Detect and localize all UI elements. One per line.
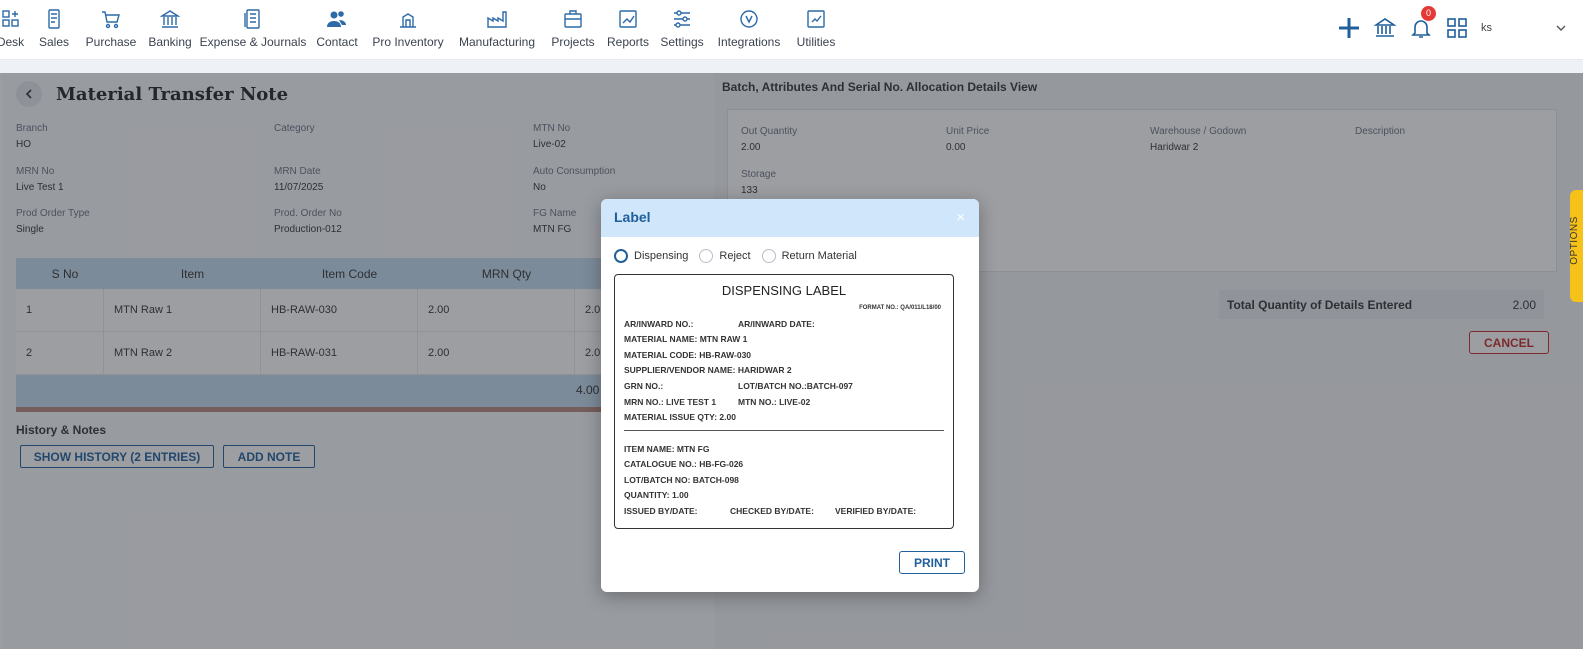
grn-no: GRN NO.: <box>624 381 664 391</box>
nav-label: Expense & Journals <box>199 35 307 49</box>
nav-label: Integrations <box>717 35 781 49</box>
supplier-name: SUPPLIER/VENDOR NAME: HARIDWAR 2 <box>624 365 792 375</box>
user-name[interactable]: ks <box>1481 22 1551 34</box>
nav-label: Purchase <box>85 35 137 49</box>
radio-return-material[interactable] <box>761 249 776 263</box>
bank-shortcut-button[interactable] <box>1367 16 1403 40</box>
options-tab[interactable]: OPTIONS <box>1568 190 1583 302</box>
material-code: MATERIAL CODE: HB-RAW-030 <box>624 350 752 360</box>
desk-icon <box>1 10 19 27</box>
nav-item-projects[interactable]: Projects <box>545 0 601 60</box>
label-modal: Label × Dispensing Reject Return Materia… <box>601 199 979 592</box>
projects-icon <box>564 10 582 28</box>
radio-label[interactable]: Return Material <box>782 250 857 262</box>
nav-item-sales[interactable]: Sales <box>31 0 77 60</box>
top-navigation-bar: Desk Sales Purchase Banking Expense & Jo… <box>0 0 1583 60</box>
label-type-radio-group: Dispensing Reject Return Material <box>614 249 868 263</box>
nav-label: Settings <box>660 35 704 49</box>
nav-label: Desk <box>0 35 25 49</box>
verified-by: VERIFIED BY/DATE: <box>835 506 917 516</box>
nav-label: Projects <box>551 35 595 49</box>
apps-grid-button[interactable] <box>1439 16 1475 40</box>
lot-batch-no: LOT/BATCH NO.:BATCH-097 <box>738 381 853 391</box>
notification-badge: 0 <box>1421 6 1436 21</box>
sales-icon <box>48 9 60 29</box>
nav-label: Pro Inventory <box>372 35 444 49</box>
grid-icon <box>1447 18 1467 38</box>
radio-dispensing[interactable] <box>614 249 628 263</box>
settings-icon <box>674 10 690 28</box>
nav-label: Utilities <box>796 35 836 49</box>
main-nav: Desk Sales Purchase Banking Expense & Jo… <box>0 0 841 60</box>
nav-label: Reports <box>606 35 650 49</box>
radio-label[interactable]: Dispensing <box>634 250 688 262</box>
nav-label: Banking <box>148 35 192 49</box>
header-actions: 0 ks <box>1331 0 1583 56</box>
radio-label[interactable]: Reject <box>719 250 750 262</box>
nav-item-manufacturing[interactable]: Manufacturing <box>453 0 541 60</box>
print-button[interactable]: PRINT <box>899 551 965 574</box>
nav-label: Sales <box>38 35 70 49</box>
checked-by: CHECKED BY/DATE: <box>730 506 814 516</box>
add-button[interactable] <box>1331 16 1367 40</box>
factory-icon <box>487 11 507 28</box>
close-icon[interactable]: × <box>956 209 965 226</box>
nav-item-reports[interactable]: Reports <box>605 0 651 60</box>
utilities-icon <box>807 10 825 28</box>
nav-item-utilities[interactable]: Utilities <box>791 0 841 60</box>
nav-item-settings[interactable]: Settings <box>657 0 707 60</box>
notifications-button[interactable]: 0 <box>1403 6 1439 40</box>
contact-icon <box>327 11 346 27</box>
nav-label: Manufacturing <box>458 35 536 49</box>
format-number: FORMAT NO.: QA/011/L18/00 <box>859 305 941 311</box>
nav-item-integrations[interactable]: Integrations <box>713 0 785 60</box>
label-divider <box>624 430 944 431</box>
material-issue-qty: MATERIAL ISSUE QTY: 2.00 <box>624 412 736 422</box>
header-separator <box>0 60 1583 73</box>
catalogue-no: CATALOGUE NO.: HB-FG-026 <box>624 459 744 469</box>
fg-lot-batch-no: LOT/BATCH NO: BATCH-098 <box>624 475 739 485</box>
nav-item-desk[interactable]: Desk <box>0 0 25 60</box>
ar-inward-no: AR/INWARD NO.: <box>624 319 694 329</box>
nav-item-purchase[interactable]: Purchase <box>83 0 139 60</box>
ar-inward-date: AR/INWARD DATE: <box>738 319 815 329</box>
reports-icon <box>619 10 637 28</box>
radio-reject[interactable] <box>699 249 714 263</box>
nav-item-contact[interactable]: Contact <box>313 0 361 60</box>
plus-icon <box>1339 18 1359 38</box>
label-heading: DISPENSING LABEL <box>721 283 847 298</box>
item-name: ITEM NAME: MTN FG <box>624 444 710 454</box>
material-name: MATERIAL NAME: MTN RAW 1 <box>624 334 748 344</box>
bank-icon <box>159 10 181 28</box>
dispensing-label-preview: DISPENSING LABEL FORMAT NO.: QA/011/L18/… <box>614 274 954 529</box>
options-tab-label: OPTIONS <box>1568 216 1580 265</box>
chevron-down-icon[interactable] <box>1551 22 1571 34</box>
mtn-no: MTN NO.: LIVE-02 <box>738 397 811 407</box>
cart-icon <box>102 11 120 29</box>
modal-header: Label × <box>601 199 979 237</box>
modal-title: Label <box>614 209 651 225</box>
integrations-icon <box>740 10 758 28</box>
issued-by: ISSUED BY/DATE: <box>624 506 698 516</box>
quantity: QUANTITY: 1.00 <box>624 490 689 500</box>
nav-label: Contact <box>316 35 358 49</box>
nav-item-banking[interactable]: Banking <box>145 0 195 60</box>
journal-icon <box>244 9 260 29</box>
bank-building-icon <box>1373 18 1397 37</box>
mrn-no: MRN NO.: LIVE TEST 1 <box>624 397 717 407</box>
inventory-icon <box>400 13 416 28</box>
nav-item-pro-inventory[interactable]: Pro Inventory <box>369 0 447 60</box>
nav-item-expense-journals[interactable]: Expense & Journals <box>199 0 307 60</box>
